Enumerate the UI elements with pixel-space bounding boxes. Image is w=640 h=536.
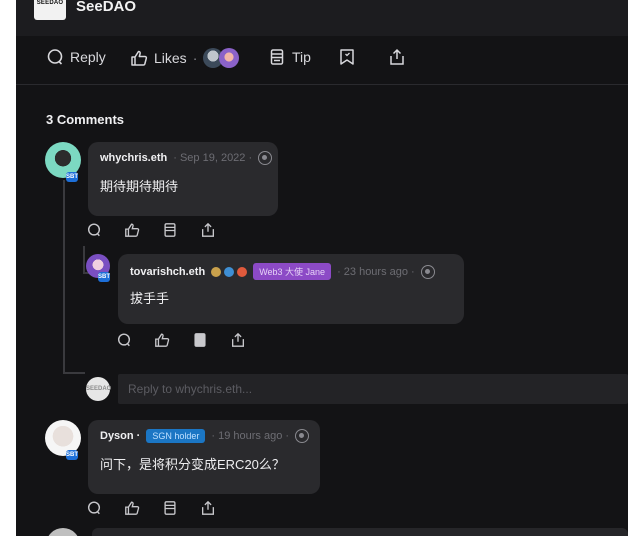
comment-bubble: tovarishch.eth Web3 大使 Jane · 23 hours a…	[118, 254, 464, 324]
thread-line	[83, 246, 85, 274]
comment-time: · Sep 19, 2022 ·	[173, 152, 253, 164]
badge-icon	[237, 266, 248, 277]
sbt-badge: SBT	[66, 450, 78, 460]
thread-line	[63, 372, 85, 374]
comment-author[interactable]: whychris.eth	[100, 152, 167, 164]
tip-jar-icon[interactable]	[162, 222, 178, 238]
globe-icon	[224, 266, 235, 277]
liker-avatar[interactable]	[219, 48, 240, 68]
section-divider	[16, 84, 628, 85]
reply-input[interactable]	[118, 374, 628, 404]
tip-jar-icon	[268, 48, 286, 66]
comments-count: 3 Comments	[46, 112, 125, 127]
seedao-logo: SEEDAO	[34, 0, 66, 20]
comment-time: · 23 hours ago ·	[337, 265, 415, 278]
more-options-icon[interactable]	[295, 429, 310, 443]
comment-actions	[116, 332, 246, 348]
comment-bubble	[92, 528, 628, 536]
current-user-avatar: SEEDAO	[86, 377, 111, 401]
comment-time: · 19 hours ago ·	[211, 430, 290, 442]
more-options-icon[interactable]	[420, 264, 435, 279]
thumbs-up-icon[interactable]	[124, 222, 140, 238]
tip-jar-icon[interactable]	[162, 500, 178, 516]
comment-text: 拔手手	[130, 291, 170, 306]
share-icon[interactable]	[230, 332, 246, 348]
comment-author[interactable]: Dyson ·	[100, 430, 140, 442]
user-avatar[interactable]	[46, 528, 80, 536]
comment-actions	[86, 222, 216, 238]
comment-text: 问下，是将积分变成ERC20么？	[100, 457, 285, 472]
reply-button[interactable]: Reply	[46, 48, 106, 66]
thread-line	[63, 180, 65, 372]
tip-label: Tip	[292, 49, 311, 65]
reply-label: Reply	[70, 49, 106, 65]
bookmark-icon	[338, 48, 356, 66]
share-icon	[388, 48, 406, 66]
sbt-badge: SBT	[66, 172, 78, 182]
likes-separator: ·	[192, 50, 198, 66]
comment-author[interactable]: tovarishch.eth	[130, 266, 205, 278]
likes-label: Likes	[154, 50, 187, 66]
brand-name: SeeDAO	[76, 0, 137, 15]
bookmark-button[interactable]	[338, 48, 356, 66]
reply-icon[interactable]	[116, 332, 132, 348]
share-icon[interactable]	[200, 500, 216, 516]
badge-icon	[211, 266, 222, 277]
reply-icon[interactable]	[86, 222, 102, 238]
emoji-badges	[211, 266, 248, 277]
more-options-icon[interactable]	[258, 151, 273, 165]
role-tag: Web3 大使 Jane	[253, 263, 332, 280]
top-bar: SEEDAO SeeDAO	[16, 0, 628, 36]
likes-button[interactable]: Likes ·	[130, 48, 240, 68]
comment-bubble: Dyson · SGN holder · 19 hours ago · 问下，是…	[88, 420, 320, 494]
tip-jar-icon[interactable]	[192, 332, 208, 348]
comment-icon	[46, 48, 64, 66]
comments-panel: SEEDAO SeeDAO Reply Likes · Tip 3 Commen…	[16, 0, 628, 536]
role-tag: SGN holder	[146, 429, 206, 443]
post-action-bar: Reply Likes · Tip	[16, 36, 628, 80]
tip-button[interactable]: Tip	[268, 48, 311, 66]
share-button[interactable]	[388, 48, 406, 66]
comment-bubble: whychris.eth · Sep 19, 2022 · 期待期待期待	[88, 142, 278, 216]
comment-text: 期待期待期待	[100, 179, 179, 194]
sbt-badge: SBT	[98, 272, 110, 282]
thumbs-up-icon[interactable]	[124, 500, 140, 516]
share-icon[interactable]	[200, 222, 216, 238]
reply-icon[interactable]	[86, 500, 102, 516]
thumbs-up-icon	[130, 49, 148, 67]
thumbs-up-icon[interactable]	[154, 332, 170, 348]
comment-actions	[86, 500, 216, 516]
